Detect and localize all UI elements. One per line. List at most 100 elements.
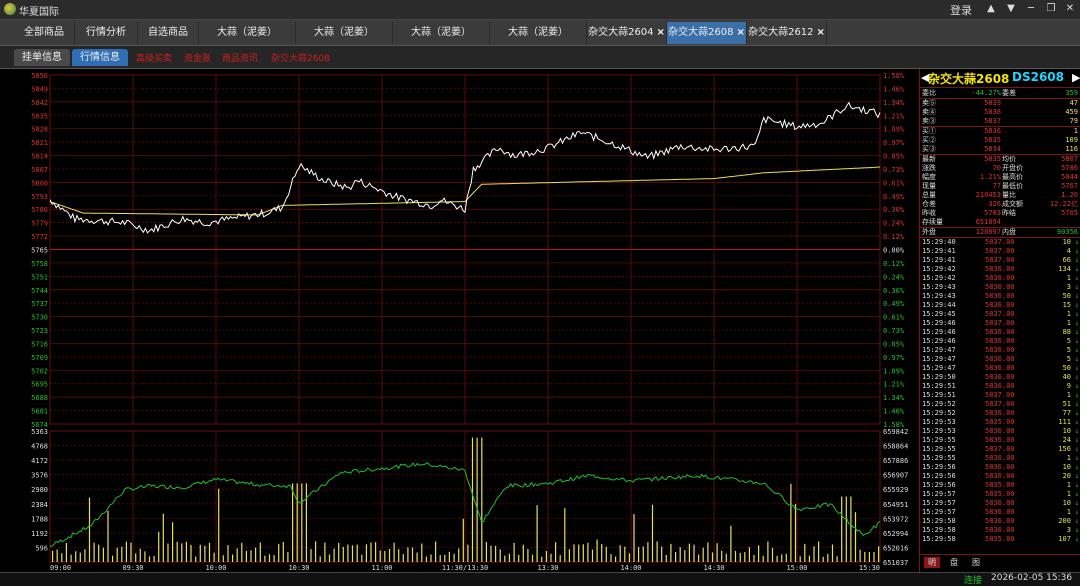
volume-bar: [213, 552, 215, 562]
volume-tick-label: 1192: [31, 530, 48, 538]
volume-bar: [522, 544, 524, 562]
tick-direction-icon: ↓: [1074, 409, 1079, 417]
tick-volume: 1: [1066, 310, 1071, 318]
sell-volume: 79: [1069, 117, 1078, 125]
tick-direction-icon: ↓: [1074, 472, 1079, 480]
login-button[interactable]: 登录: [950, 2, 972, 18]
close-window-icon[interactable]: ✕: [1063, 2, 1077, 16]
stat-label: 涨跌: [922, 164, 936, 172]
price-tick-label: 5758: [31, 260, 48, 268]
link-product-name[interactable]: 杂交大蒜2608: [271, 51, 330, 64]
dropdown-icon[interactable]: ▼: [1004, 2, 1018, 16]
tick-price: 5837.00: [985, 247, 1015, 255]
tab-label: 杂交大蒜2608: [668, 27, 734, 38]
tick-price: 5836.00: [985, 463, 1015, 471]
volume-bar: [836, 556, 838, 562]
tick-row: 15:29:56 5836.00 10 ↓: [920, 463, 1080, 472]
tick-row: 15:29:51 5836.00 9 ↓: [920, 382, 1080, 391]
tab-hybrid-garlic-2608[interactable]: 杂交大蒜2608 ×: [667, 22, 747, 44]
volume-bar: [347, 544, 349, 562]
quote-panel: ◀ 杂交大蒜2608 DS2608 ▶ 委比 -44.27% 委差 359 卖⑤ 5839…: [919, 69, 1080, 572]
volume-bar: [315, 541, 317, 562]
tick-time: 15:29:53: [922, 427, 956, 435]
tab-hybrid-garlic-2612[interactable]: 杂交大蒜2612 ×: [747, 22, 827, 44]
tick-price: 5836.00: [985, 382, 1015, 390]
next-product-icon[interactable]: ▶: [1072, 71, 1080, 84]
tab-garlic-2604[interactable]: 大蒜（泥姜）2604×: [296, 22, 393, 60]
volume-bar: [859, 549, 861, 562]
tick-volume: 9: [1066, 382, 1071, 390]
volume-bar: [301, 483, 303, 562]
tick-price: 5836.00: [985, 409, 1015, 417]
status-datetime: 2026-02-05 15:36: [991, 573, 1073, 583]
tab-garlic-2603[interactable]: 大蒜（泥姜）2603×: [199, 22, 296, 60]
tab-watchlist[interactable]: 自选商品: [138, 22, 199, 44]
price-tick-label: 5793: [31, 193, 48, 201]
volume-bar: [864, 551, 866, 562]
stat-label: 量比: [1002, 191, 1016, 199]
price-tick-label: 5695: [31, 381, 48, 389]
tab-hybrid-garlic-2604[interactable]: 杂交大蒜2604 ×: [587, 22, 667, 44]
buy-price: 5835: [984, 136, 1001, 144]
inner-label: 内盘: [1002, 228, 1016, 236]
close-tab-icon[interactable]: ×: [657, 27, 665, 38]
open-interest-tick-label: 656907: [883, 472, 908, 480]
tick-time: 15:29:53: [922, 418, 956, 426]
tick-time: 15:29:46: [922, 337, 956, 345]
volume-bar: [873, 552, 875, 562]
link-product-news[interactable]: 商品资讯: [222, 51, 258, 64]
volume-bar: [148, 556, 151, 562]
chart-svg[interactable]: 5856 5849 5842 5835 5828 5821 5814 5807 5800 5793…: [0, 69, 919, 572]
quote-bottom-tabs: 明 盘 图: [920, 554, 1080, 570]
sub-tab-bar: 挂单信息 行情信息 高级买卖 资金账 商品资讯 杂交大蒜2608: [0, 46, 1080, 69]
price-tick-label: 5702: [31, 367, 48, 375]
tick-direction-icon: ↓: [1074, 535, 1079, 543]
tab-orderbook[interactable]: 盘: [946, 557, 962, 568]
link-funds[interactable]: 资金账: [184, 51, 211, 64]
tick-volume: 111: [1058, 418, 1071, 426]
price-tick-label: 5849: [31, 85, 48, 93]
tick-volume: 200: [1058, 517, 1071, 525]
volume-bar: [601, 544, 603, 562]
tick-direction-icon: ↓: [1074, 400, 1079, 408]
volume-bar: [88, 497, 91, 562]
tab-garlic-2607[interactable]: 大蒜（泥姜）2607×: [393, 22, 490, 60]
percent-tick-label: 0.73%: [883, 166, 905, 174]
tick-time: 15:29:42: [922, 274, 956, 282]
close-tab-icon[interactable]: ×: [737, 27, 745, 38]
tab-all-products[interactable]: 全部商品: [14, 22, 75, 44]
tick-volume: 1: [1066, 391, 1071, 399]
tab-garlic-2609[interactable]: 大蒜（泥姜）2609×: [490, 22, 587, 60]
volume-bar: [250, 550, 252, 562]
shirt-icon[interactable]: ▲: [984, 2, 998, 16]
tick-row: 15:29:57 5836.00 10 ↓: [920, 499, 1080, 508]
volume-bar: [162, 513, 164, 562]
volume-bar: [573, 544, 575, 562]
restore-icon[interactable]: ❐: [1044, 2, 1058, 16]
link-advanced-trade[interactable]: 高级买卖: [136, 51, 172, 64]
buy-price: 5834: [984, 145, 1001, 153]
tick-price: 5837.00: [985, 400, 1015, 408]
tab-label: 杂交大蒜2604: [588, 27, 654, 38]
volume-bar: [471, 437, 474, 562]
tick-volume: 10: [1062, 463, 1071, 471]
volume-bar: [698, 554, 700, 562]
tab-order-info[interactable]: 挂单信息: [14, 49, 70, 66]
volume-bar: [435, 541, 437, 562]
tab-market-analysis[interactable]: 行情分析: [75, 22, 138, 44]
label: 委差: [1002, 89, 1016, 97]
volume-bar: [458, 548, 460, 562]
intraday-chart[interactable]: 5856 5849 5842 5835 5828 5821 5814 5807 5800 5793…: [0, 69, 919, 572]
tick-time: 15:29:46: [922, 319, 956, 327]
time-tick-label: 15:30: [859, 564, 880, 572]
stat-row: 总量 210453 量比 1.20: [920, 191, 1080, 200]
close-tab-icon[interactable]: ×: [817, 27, 825, 38]
minimize-icon[interactable]: ─: [1024, 2, 1038, 16]
tab-detail[interactable]: 明: [924, 557, 940, 568]
volume-bar: [56, 549, 58, 562]
tab-chart[interactable]: 图: [968, 557, 984, 568]
tick-direction-icon: ↓: [1074, 256, 1079, 264]
tab-quote-info[interactable]: 行情信息: [72, 49, 128, 66]
volume-bar: [481, 437, 483, 562]
volume-tick-label: 4768: [31, 443, 48, 451]
